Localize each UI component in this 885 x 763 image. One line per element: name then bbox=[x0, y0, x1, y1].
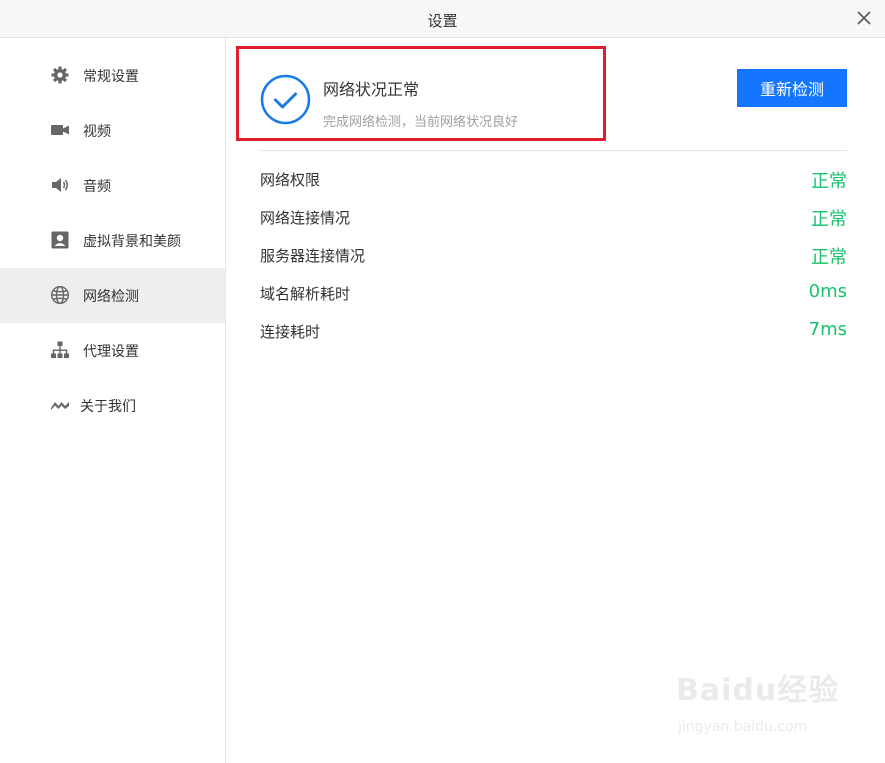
sidebar-item-proxy[interactable]: 代理设置 bbox=[0, 323, 225, 378]
watermark-logo: Baidu经验 bbox=[676, 673, 840, 708]
result-value: 正常 bbox=[811, 247, 847, 268]
globe-icon bbox=[50, 285, 70, 305]
close-button[interactable] bbox=[853, 7, 875, 29]
result-value: 正常 bbox=[811, 209, 847, 230]
logo-icon bbox=[50, 395, 70, 415]
result-row-dns: 域名解析耗时 0ms bbox=[260, 279, 847, 307]
result-value: 7ms bbox=[808, 319, 847, 340]
gear-icon bbox=[50, 65, 70, 85]
portrait-icon bbox=[50, 230, 70, 250]
result-row-connection: 网络连接情况 正常 bbox=[260, 203, 847, 231]
result-label: 服务器连接情况 bbox=[260, 247, 366, 265]
sidebar-item-label: 音频 bbox=[83, 179, 111, 195]
result-label: 网络权限 bbox=[260, 171, 321, 189]
result-row-permission: 网络权限 正常 bbox=[260, 165, 847, 193]
sidebar-item-label: 网络检测 bbox=[83, 289, 139, 305]
divider bbox=[259, 150, 847, 151]
close-icon bbox=[857, 11, 871, 25]
result-value: 正常 bbox=[811, 171, 847, 192]
sidebar-item-general[interactable]: 常规设置 bbox=[0, 48, 225, 103]
baidu-watermark: Baidu经验 jingyan.baidu.com bbox=[676, 665, 846, 745]
sidebar-item-about[interactable]: 关于我们 bbox=[0, 378, 225, 433]
speaker-icon bbox=[50, 175, 70, 195]
sidebar-item-label: 代理设置 bbox=[83, 344, 139, 360]
sidebar-item-label: 虚拟背景和美颜 bbox=[83, 234, 181, 250]
settings-window: 设置 常规设置 视频 音频 虚拟背景和美颜 网络检测 代理设置 关于我们 网络状… bbox=[0, 0, 885, 763]
check-circle-icon bbox=[260, 74, 311, 125]
sidebar-item-audio[interactable]: 音频 bbox=[0, 158, 225, 213]
sidebar-item-network-check[interactable]: 网络检测 bbox=[0, 268, 225, 323]
sidebar-item-label: 常规设置 bbox=[83, 69, 139, 85]
status-subtitle: 完成网络检测，当前网络状况良好 bbox=[323, 115, 519, 130]
result-label: 网络连接情况 bbox=[260, 209, 351, 227]
sidebar-item-label: 关于我们 bbox=[80, 399, 136, 415]
recheck-button[interactable]: 重新检测 bbox=[737, 69, 847, 107]
status-title: 网络状况正常 bbox=[323, 80, 420, 99]
network-check-panel: 网络状况正常 完成网络检测，当前网络状况良好 重新检测 网络权限 正常 网络连接… bbox=[227, 38, 885, 763]
title-bar: 设置 bbox=[0, 0, 885, 38]
result-row-server: 服务器连接情况 正常 bbox=[260, 241, 847, 269]
result-row-latency: 连接耗时 7ms bbox=[260, 317, 847, 345]
result-label: 域名解析耗时 bbox=[260, 285, 351, 303]
result-value: 0ms bbox=[808, 281, 847, 302]
window-title: 设置 bbox=[427, 12, 458, 30]
sidebar-item-video[interactable]: 视频 bbox=[0, 103, 225, 158]
sidebar: 常规设置 视频 音频 虚拟背景和美颜 网络检测 代理设置 关于我们 bbox=[0, 38, 226, 763]
watermark-url: jingyan.baidu.com bbox=[678, 719, 808, 735]
sidebar-item-virtual-background[interactable]: 虚拟背景和美颜 bbox=[0, 213, 225, 268]
result-label: 连接耗时 bbox=[260, 323, 321, 341]
video-camera-icon bbox=[50, 120, 70, 140]
network-tree-icon bbox=[50, 340, 70, 360]
sidebar-item-label: 视频 bbox=[83, 124, 111, 140]
